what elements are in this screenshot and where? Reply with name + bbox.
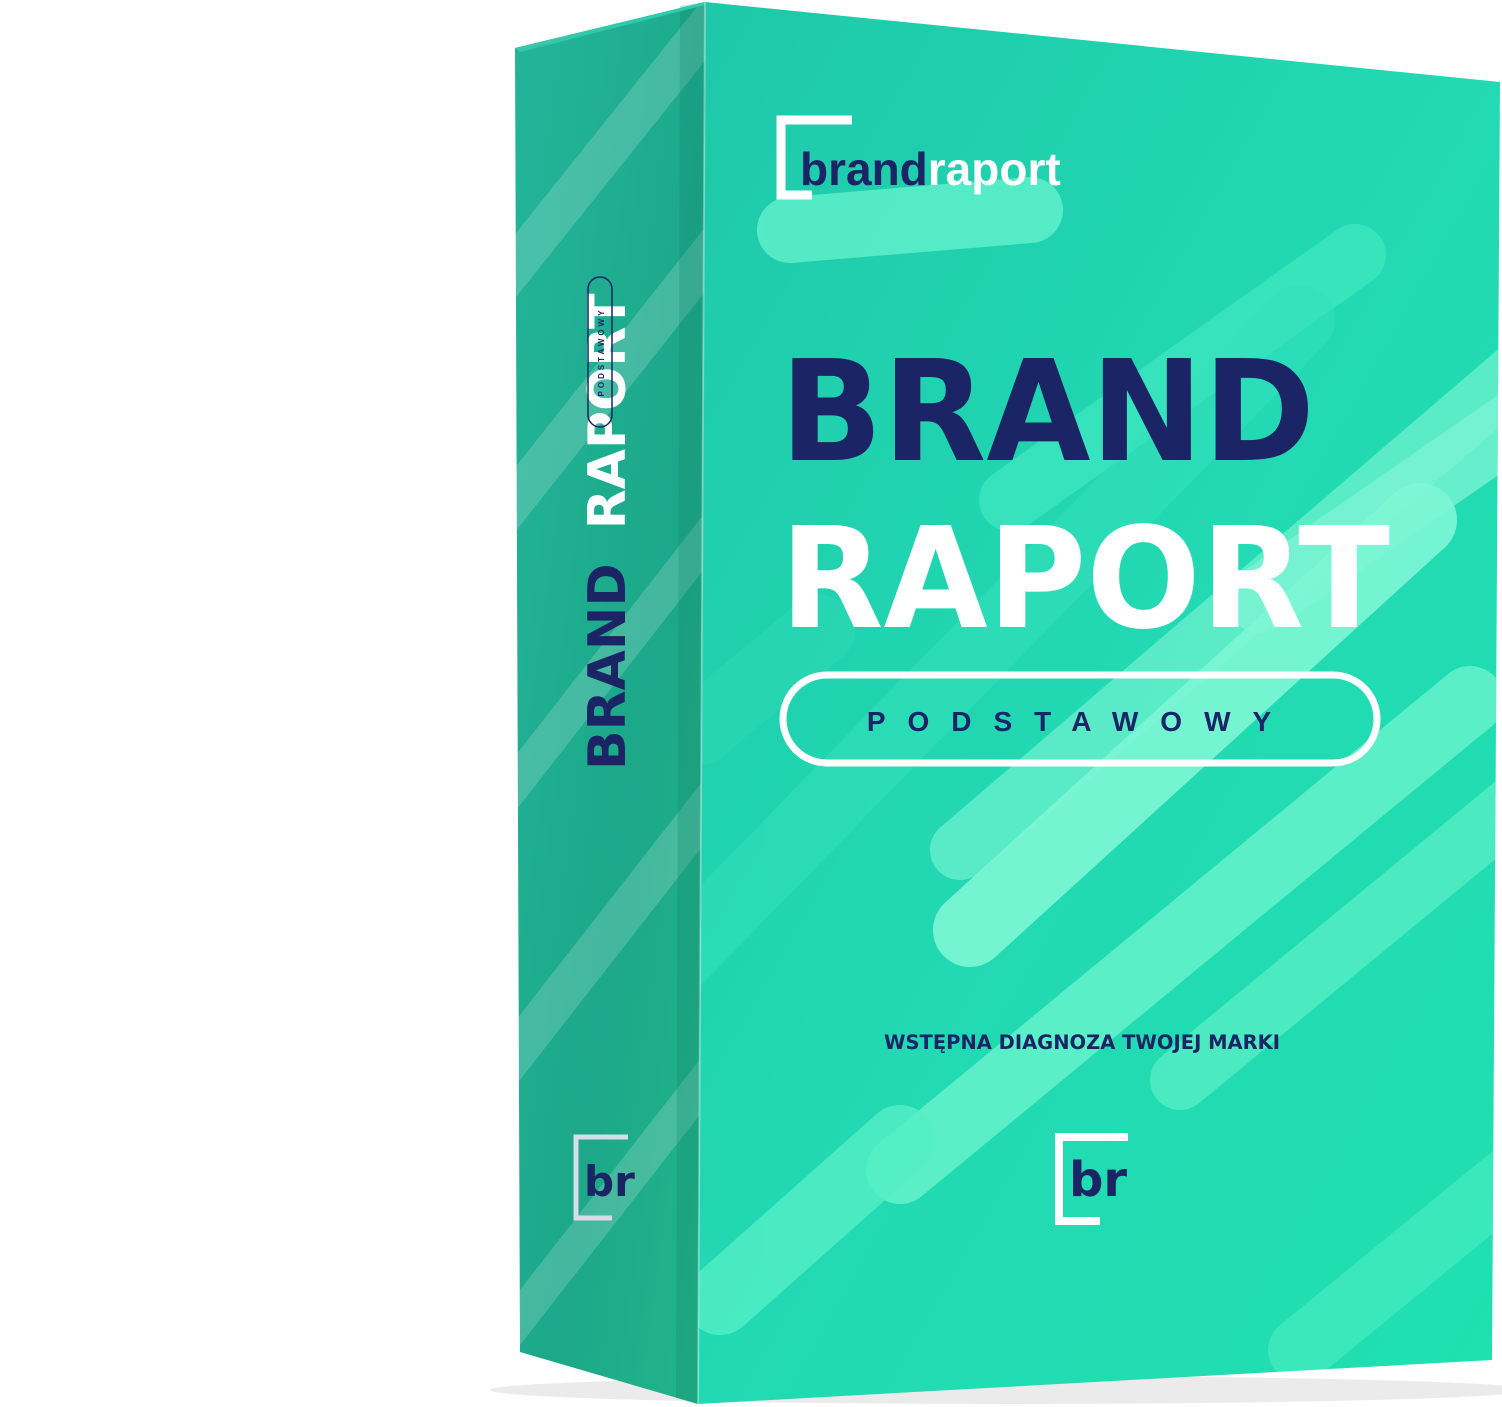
spine-title-raport: RAPORT [578,293,638,529]
spine-br-text: br [584,1157,635,1206]
title-line-brand: BRAND [780,331,1315,494]
product-box: BRAND RAPORT PODSTAWOWY br brandraport B… [490,1,1502,1405]
edition-badge-text: PODSTAWOWY [867,706,1293,737]
title-line-raport: RAPORT [780,498,1390,661]
logo-text-raport: raport [928,143,1061,195]
spine-title-brand: BRAND [578,563,638,770]
spine-badge-text: PODSTAWOWY [597,308,606,397]
tagline: WSTĘPNA DIAGNOZA TWOJEJ MARKI [884,1031,1280,1054]
product-box-scene: BRAND RAPORT PODSTAWOWY br brandraport B… [0,0,1502,1407]
br-monogram-text: br [1069,1152,1127,1208]
svg-text:brandraport: brandraport [800,143,1061,195]
logo-text-brand: brand [800,143,928,195]
